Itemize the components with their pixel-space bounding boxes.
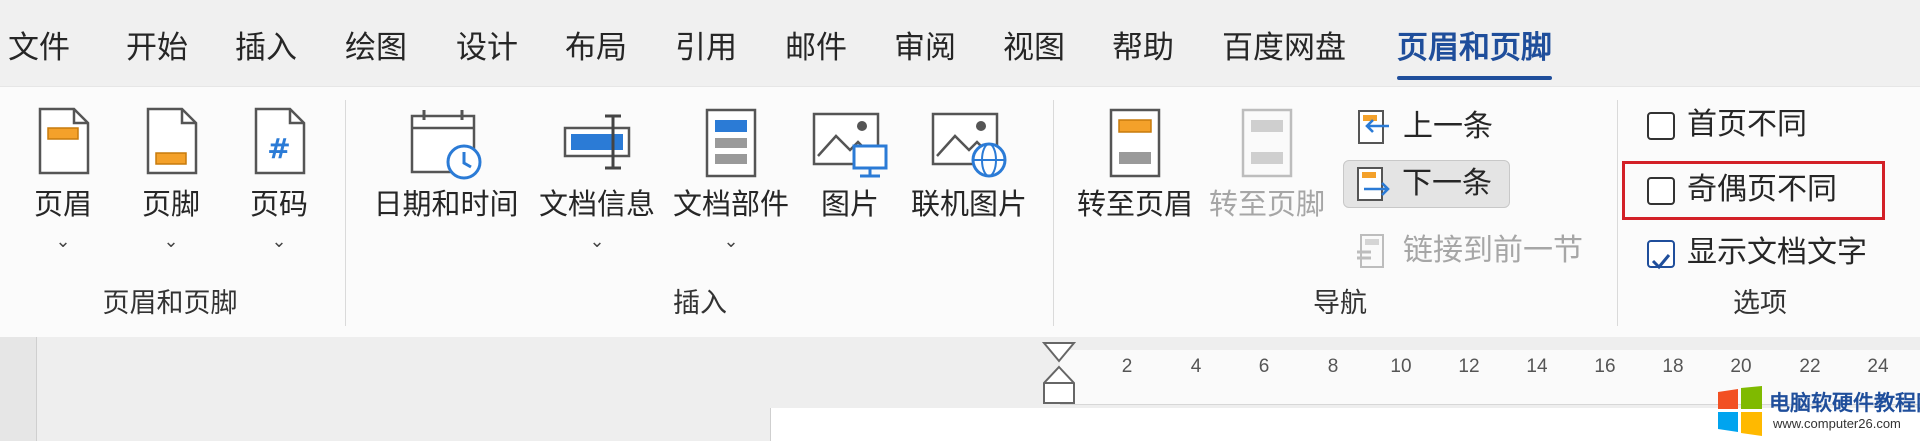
quick-parts-label: 文档部件: [672, 189, 789, 221]
picture-button[interactable]: 图片: [806, 104, 894, 279]
header-page-icon: [38, 107, 90, 175]
calendar-clock-icon: [410, 110, 482, 180]
previous-button[interactable]: 上一条: [1353, 104, 1503, 150]
tab-help[interactable]: 帮助: [1112, 22, 1174, 74]
ribbon-tab-bar: 文件 开始 插入 绘图 设计 布局 引用 邮件 审阅 视图 帮助 百度网盘 页眉…: [0, 0, 1920, 86]
chevron-down-icon: ⌄: [723, 231, 739, 251]
goto-footer-button: 转至页脚: [1206, 104, 1328, 279]
chevron-down-icon: ⌄: [271, 231, 287, 251]
document-info-icon: [563, 114, 631, 170]
group-label-navigation: 导航: [1313, 288, 1367, 318]
tab-draw[interactable]: 绘图: [345, 22, 407, 74]
ruler-tick: 4: [1190, 356, 1202, 377]
goto-header-label: 转至页眉: [1076, 189, 1193, 221]
footer-page-icon: [146, 107, 198, 175]
page-number-button-label: 页码: [249, 189, 308, 221]
ruler-tick: 22: [1799, 356, 1821, 377]
svg-text:#: #: [267, 132, 290, 165]
vertical-ruler: [0, 337, 37, 441]
different-first-page-label: 首页不同: [1687, 108, 1807, 141]
ruler-tick: 6: [1258, 356, 1270, 377]
group-label-options: 选项: [1733, 288, 1787, 318]
document-info-button[interactable]: 文档信息 ⌄: [532, 104, 662, 279]
online-picture-button[interactable]: 联机图片: [904, 104, 1034, 279]
indent-marker-icon[interactable]: [1042, 341, 1076, 407]
chevron-down-icon: ⌄: [589, 231, 605, 251]
picture-label: 图片: [820, 189, 879, 221]
footer-button[interactable]: 页脚 ⌄: [128, 104, 214, 279]
date-time-label: 日期和时间: [373, 189, 519, 221]
ruler-tick: 20: [1730, 356, 1752, 377]
highlight-annotation-box: [1622, 161, 1885, 220]
watermark-title: 电脑软硬件教程网: [1769, 392, 1920, 415]
goto-header-button[interactable]: 转至页眉: [1074, 104, 1196, 279]
tab-mailings[interactable]: 邮件: [785, 22, 847, 74]
previous-label: 上一条: [1403, 110, 1493, 143]
tab-references[interactable]: 引用: [675, 22, 737, 74]
checkbox-box: [1647, 112, 1675, 140]
goto-footer-icon: [1241, 108, 1293, 178]
page-number-icon: #: [254, 107, 306, 175]
online-picture-icon: [931, 112, 1007, 178]
group-divider: [345, 100, 346, 326]
document-info-label: 文档信息: [538, 189, 655, 221]
previous-icon: [1358, 110, 1389, 144]
link-to-previous-label: 链接到前一节: [1403, 234, 1583, 267]
tab-view[interactable]: 视图: [1003, 22, 1065, 74]
tab-baidu-netdisk[interactable]: 百度网盘: [1222, 22, 1346, 74]
tab-home[interactable]: 开始: [126, 22, 188, 74]
tab-design[interactable]: 设计: [456, 22, 518, 74]
show-document-text-label: 显示文档文字: [1687, 236, 1867, 269]
show-document-text-checkbox[interactable]: 显示文档文字: [1647, 231, 1887, 275]
next-icon: [1357, 167, 1390, 201]
ruler-tick: 24: [1867, 356, 1889, 377]
quick-parts-button[interactable]: 文档部件 ⌄: [666, 104, 796, 279]
tab-insert[interactable]: 插入: [235, 22, 297, 74]
different-first-page-checkbox[interactable]: 首页不同: [1647, 103, 1837, 147]
link-to-previous-button: 链接到前一节: [1353, 228, 1593, 274]
online-picture-label: 联机图片: [910, 189, 1027, 221]
ruler-tick: 14: [1526, 356, 1548, 377]
tab-header-footer[interactable]: 页眉和页脚: [1397, 22, 1552, 80]
footer-button-label: 页脚: [141, 189, 200, 221]
group-label-header-footer: 页眉和页脚: [102, 288, 238, 318]
ruler-tick: 16: [1594, 356, 1616, 377]
ruler-tick: 18: [1662, 356, 1684, 377]
link-previous-icon: [1357, 234, 1384, 268]
quick-parts-icon: [705, 108, 757, 178]
ruler-tick: 8: [1327, 356, 1339, 377]
tab-review[interactable]: 审阅: [894, 22, 956, 74]
picture-icon: [812, 112, 888, 178]
checkbox-box: [1647, 240, 1675, 270]
chevron-down-icon: ⌄: [163, 231, 179, 251]
windows-logo-icon: [1718, 386, 1762, 436]
tab-file[interactable]: 文件: [8, 22, 70, 74]
next-label: 下一条: [1402, 167, 1492, 200]
chevron-down-icon: ⌄: [55, 231, 71, 251]
watermark-url: www.computer26.com: [1773, 416, 1901, 431]
ruler-tick: 10: [1390, 356, 1412, 377]
group-divider: [1617, 100, 1618, 326]
group-label-insert: 插入: [673, 288, 727, 318]
checkmark-icon: [1651, 254, 1671, 270]
date-time-button[interactable]: 日期和时间: [372, 104, 520, 279]
header-button-label: 页眉: [33, 189, 92, 221]
tab-layout[interactable]: 布局: [565, 22, 627, 74]
goto-header-icon: [1109, 108, 1161, 178]
page-number-button[interactable]: # 页码 ⌄: [236, 104, 322, 279]
next-button[interactable]: 下一条: [1343, 160, 1510, 208]
group-divider: [1053, 100, 1054, 326]
goto-footer-label: 转至页脚: [1208, 189, 1325, 221]
header-button[interactable]: 页眉 ⌄: [20, 104, 106, 279]
site-watermark: 电脑软硬件教程网 www.computer26.com: [1712, 382, 1920, 441]
ruler-tick: 12: [1458, 356, 1480, 377]
ruler-tick: 2: [1121, 356, 1133, 377]
